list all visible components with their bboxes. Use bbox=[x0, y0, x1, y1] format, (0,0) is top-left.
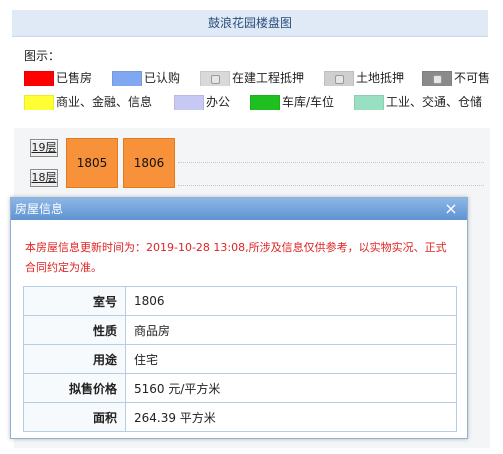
legend-label-land-mortgage: 土地抵押 bbox=[356, 71, 405, 85]
table-row: 室号 1806 bbox=[23, 286, 457, 316]
legend-label-garage: 车库/车位 bbox=[282, 95, 335, 109]
commercial-swatch bbox=[24, 95, 54, 110]
usage-value: 住宅 bbox=[125, 344, 457, 374]
dialog-header: 房屋信息 × bbox=[11, 198, 467, 220]
legend-label-subscribed: 已认购 bbox=[144, 71, 181, 85]
house-info-table: 室号 1806 性质 商品房 用途 住宅 拟售价格 5160 元/平方米 面积 … bbox=[23, 286, 457, 432]
close-icon[interactable]: × bbox=[441, 199, 461, 219]
row-divider bbox=[178, 185, 484, 186]
industrial-swatch bbox=[354, 95, 384, 110]
page-title: 鼓浪花园楼盘图 bbox=[12, 10, 488, 37]
price-label: 拟售价格 bbox=[23, 373, 126, 403]
floor-button-18[interactable]: 18层 bbox=[30, 169, 58, 187]
legend-label-construction-mortgage: 在建工程抵押 bbox=[232, 71, 305, 85]
house-info-dialog: 房屋信息 × 本房屋信息更新时间为：2019-10-28 13:08,所涉及信息… bbox=[10, 197, 468, 439]
property-type-value: 商品房 bbox=[125, 315, 457, 345]
usage-label: 用途 bbox=[23, 344, 126, 374]
price-value: 5160 元/平方米 bbox=[125, 373, 457, 403]
area-value: 264.39 平方米 bbox=[125, 402, 457, 432]
unit-1806[interactable]: 1806 bbox=[123, 138, 175, 188]
unit-1805[interactable]: 1805 bbox=[66, 138, 118, 188]
dialog-title: 房屋信息 bbox=[15, 202, 64, 216]
legend-label-commercial: 商业、金融、信息 bbox=[56, 95, 153, 109]
legend-row-2: 商业、金融、信息 办公 车库/车位 工业、交通、仓储 bbox=[24, 94, 494, 110]
subscribed-swatch bbox=[112, 71, 142, 86]
lock-icon bbox=[422, 71, 452, 86]
sold-swatch bbox=[24, 71, 54, 86]
table-row: 性质 商品房 bbox=[23, 315, 457, 345]
room-number-value: 1806 bbox=[125, 286, 457, 316]
legend-label: 图示： bbox=[24, 49, 61, 63]
row-divider bbox=[178, 162, 484, 163]
garage-swatch bbox=[250, 95, 280, 110]
floor-button-19[interactable]: 19层 bbox=[30, 139, 58, 157]
table-row: 面积 264.39 平方米 bbox=[23, 402, 457, 432]
property-type-label: 性质 bbox=[23, 315, 126, 345]
office-swatch bbox=[174, 95, 204, 110]
area-label: 面积 bbox=[23, 402, 126, 432]
lock-icon bbox=[200, 71, 230, 86]
update-notice: 本房屋信息更新时间为：2019-10-28 13:08,所涉及信息仅供参考，以实… bbox=[25, 241, 447, 274]
table-row: 用途 住宅 bbox=[23, 344, 457, 374]
lock-icon bbox=[324, 71, 354, 86]
legend-label-not-for-sale: 不可售 bbox=[454, 71, 491, 85]
room-number-label: 室号 bbox=[23, 286, 126, 316]
table-row: 拟售价格 5160 元/平方米 bbox=[23, 373, 457, 403]
legend-label-sold: 已售房 bbox=[56, 71, 93, 85]
legend-label-industrial: 工业、交通、仓储 bbox=[386, 95, 483, 109]
legend-row-1: 已售房 已认购 在建工程抵押 土地抵押 不可售 bbox=[24, 70, 494, 86]
legend-label-office: 办公 bbox=[206, 95, 231, 109]
